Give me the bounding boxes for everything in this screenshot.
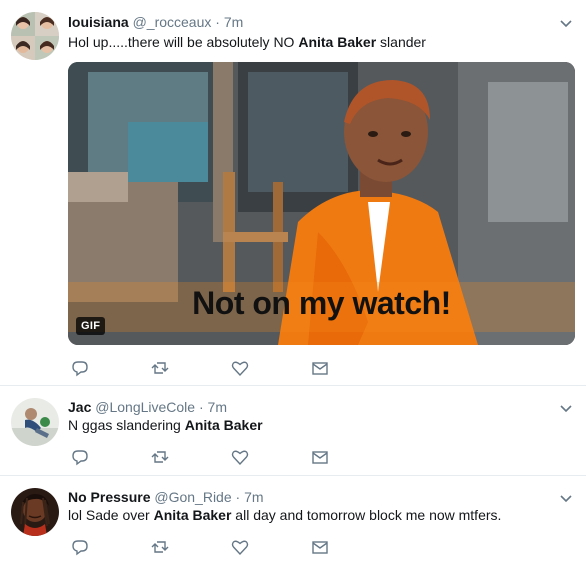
reply-button[interactable] [70,447,90,467]
avatar[interactable] [11,398,59,446]
chevron-down-icon[interactable] [558,490,574,506]
timestamp[interactable]: 7m [224,14,243,30]
tweet-text-part: all day and tomorrow block me now mtfers… [231,507,502,523]
tweet-text-part: Hol up.....there will be absolutely NO [68,34,299,50]
avatar[interactable] [11,12,59,60]
dm-button[interactable] [310,537,330,557]
tweet[interactable]: louisiana @_rocceaux · 7m Hol up.....the… [0,0,586,386]
tweet[interactable]: No Pressure @Gon_Ride · 7m lol Sade over… [0,476,586,569]
heart-icon [231,540,249,556]
gif-caption: Not on my watch! [192,285,451,321]
reply-icon [72,450,88,466]
retweet-button[interactable] [150,358,170,378]
separator-dot: · [198,399,204,415]
like-button[interactable] [230,358,250,378]
reply-icon [72,361,88,377]
tweet-header: No Pressure @Gon_Ride · 7m [68,488,264,506]
dm-button[interactable] [310,358,330,378]
dm-button[interactable] [310,447,330,467]
timestamp[interactable]: 7m [244,489,263,505]
chevron-down-icon[interactable] [558,400,574,416]
heart-icon [231,361,249,377]
chevron-down-icon[interactable] [558,15,574,31]
tweet-text: lol Sade over Anita Baker all day and to… [68,505,501,525]
reply-button[interactable] [70,358,90,378]
envelope-icon [312,451,328,464]
tweet-text: N ggas slandering Anita Baker [68,415,263,435]
envelope-icon [312,362,328,375]
retweet-button[interactable] [150,537,170,557]
envelope-icon [312,541,328,554]
tweet[interactable]: Jac @LongLiveCole · 7m N ggas slandering… [0,386,586,476]
reply-icon [72,540,88,556]
tweet-text: Hol up.....there will be absolutely NO A… [68,32,426,52]
tweet-text-part: lol Sade over [68,507,154,523]
timestamp[interactable]: 7m [208,399,227,415]
username[interactable]: @LongLiveCole [95,399,195,415]
retweet-icon [151,451,169,463]
display-name[interactable]: No Pressure [68,489,150,505]
display-name[interactable]: Jac [68,399,91,415]
username[interactable]: @_rocceaux [133,14,212,30]
avatar[interactable] [11,488,59,536]
display-name[interactable]: louisiana [68,14,129,30]
separator-dot: · [215,14,220,30]
retweet-button[interactable] [150,447,170,467]
tweet-text-bold: Anita Baker [184,417,263,433]
retweet-icon [151,541,169,553]
tweet-text-bold: Anita Baker [153,507,232,523]
tweet-header: Jac @LongLiveCole · 7m [68,398,227,416]
like-button[interactable] [230,537,250,557]
tweet-header: louisiana @_rocceaux · 7m [68,13,243,31]
tweet-text-part: slander [376,34,426,50]
gif-media[interactable]: Not on my watch! GIF [68,62,575,345]
tweet-text-part: N ggas slandering [68,417,185,433]
retweet-icon [151,362,169,374]
separator-dot: · [235,489,241,505]
username[interactable]: @Gon_Ride [154,489,231,505]
gif-badge: GIF [76,317,106,335]
like-button[interactable] [230,447,250,467]
heart-icon [231,450,249,466]
reply-button[interactable] [70,537,90,557]
tweet-text-bold: Anita Baker [298,34,377,50]
